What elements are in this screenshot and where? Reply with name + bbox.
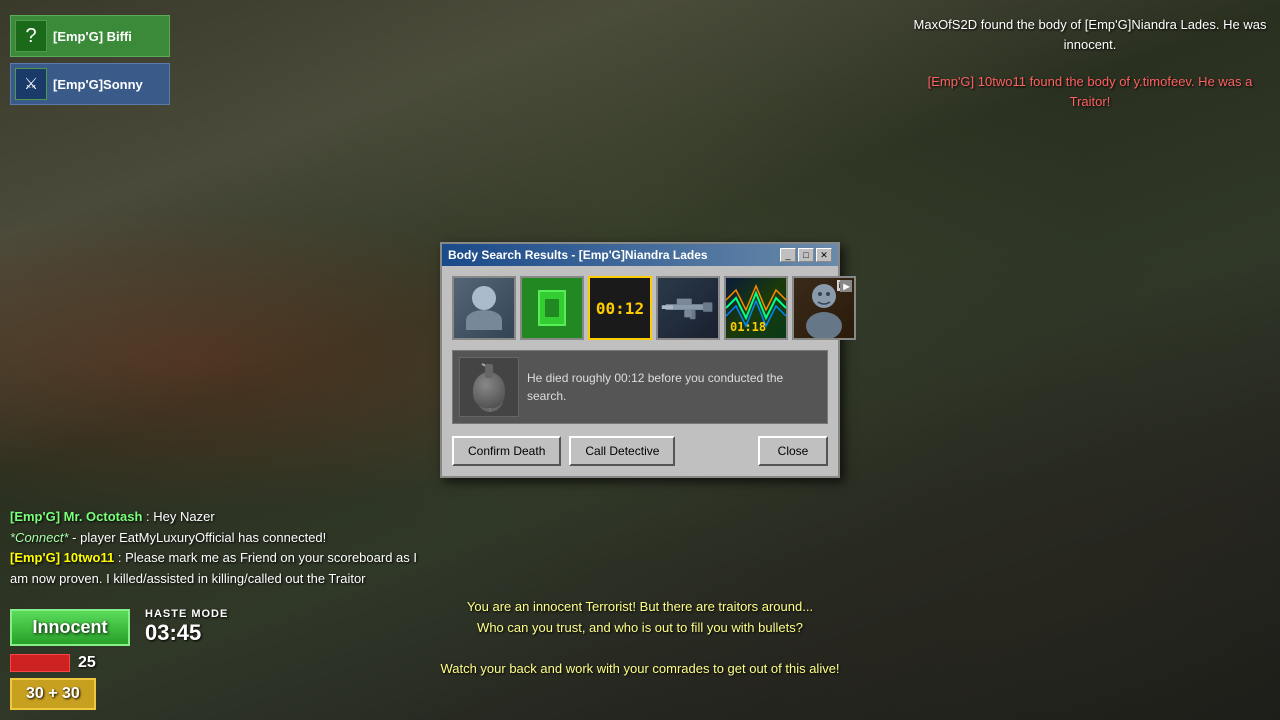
modal-content: 00:12: [442, 266, 838, 476]
close-button[interactable]: Close: [758, 436, 828, 466]
modal-maximize-btn[interactable]: □: [798, 248, 814, 262]
ev-time1-inner: 00:12: [590, 278, 650, 338]
play-icon: ▶: [843, 282, 849, 291]
evidence-time1[interactable]: 00:12: [588, 276, 652, 340]
ev-time1-value: 00:12: [596, 299, 644, 318]
death-text: He died roughly 00:12 before you conduct…: [527, 357, 821, 417]
confirm-death-button[interactable]: Confirm Death: [452, 436, 561, 466]
evidence-row: 00:12: [452, 276, 828, 340]
death-description: He died roughly 00:12 before you conduct…: [527, 369, 821, 405]
rifle-svg: [658, 278, 718, 338]
call-detective-button[interactable]: Call Detective: [569, 436, 675, 466]
death-info-box: He died roughly 00:12 before you conduct…: [452, 350, 828, 424]
body-search-modal: Body Search Results - [Emp'G]Niandra Lad…: [440, 242, 840, 478]
evidence-portrait[interactable]: [452, 276, 516, 340]
death-weapon-svg: [460, 358, 519, 417]
evidence-rifle[interactable]: [656, 276, 720, 340]
ev-play-btn[interactable]: ▶: [840, 280, 852, 292]
ev-green-card-inner: [522, 278, 582, 338]
modal-overlay: Body Search Results - [Emp'G]Niandra Lad…: [0, 0, 1280, 720]
modal-close-x-btn[interactable]: ✕: [816, 248, 832, 262]
ev-rifle-inner: [658, 278, 718, 338]
modal-titlebar: Body Search Results - [Emp'G]Niandra Lad…: [442, 244, 838, 266]
ev-portrait-inner: [454, 278, 514, 338]
death-icon: [459, 357, 519, 417]
ev-small-portrait-inner: it's ▶: [794, 278, 854, 338]
modal-minimize-btn[interactable]: _: [780, 248, 796, 262]
evidence-time2[interactable]: 01:18: [724, 276, 788, 340]
ev-green-card-shape: [538, 290, 566, 326]
evidence-small-portrait[interactable]: it's ▶: [792, 276, 856, 340]
modal-title: Body Search Results - [Emp'G]Niandra Lad…: [448, 248, 708, 262]
modal-controls: _ □ ✕: [780, 248, 832, 262]
ev-time2-value: 01:18: [730, 320, 766, 334]
ev-time2-inner: 01:18: [726, 278, 786, 338]
evidence-green-card[interactable]: [520, 276, 584, 340]
modal-buttons: Confirm Death Call Detective Close: [452, 436, 828, 466]
